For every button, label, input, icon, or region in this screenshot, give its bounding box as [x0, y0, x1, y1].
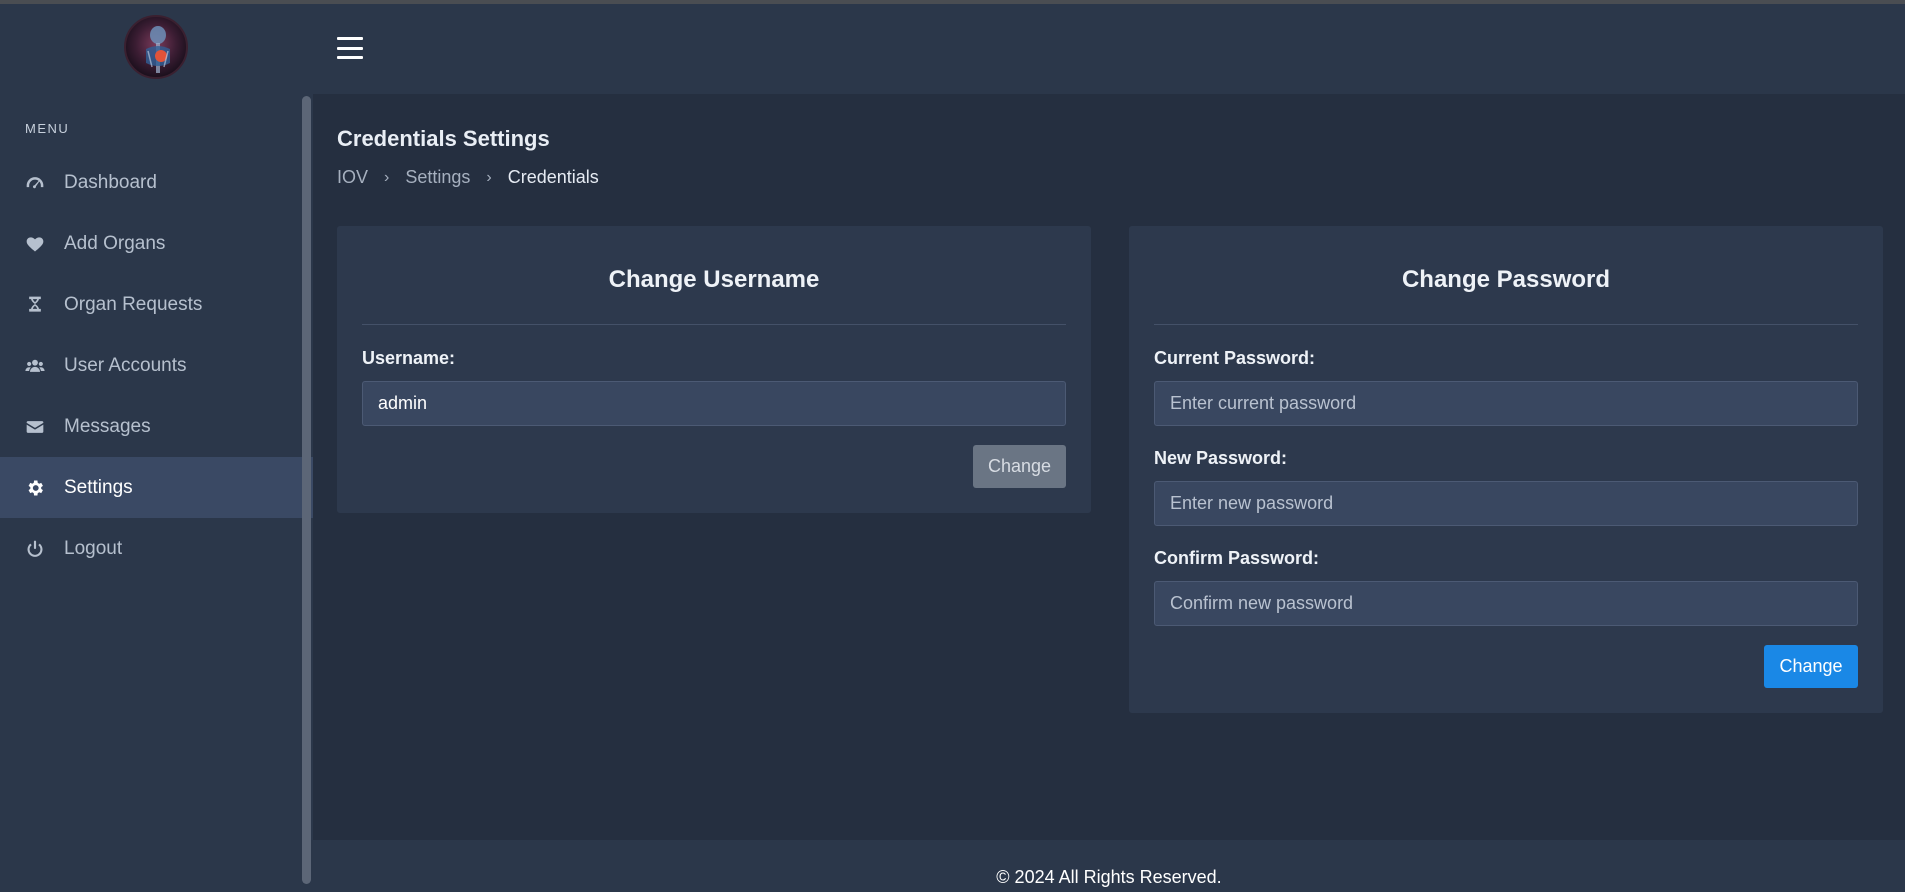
- chevron-right-icon: ›: [486, 168, 492, 186]
- page-title: Credentials Settings: [337, 126, 550, 151]
- breadcrumb-item-iov[interactable]: IOV: [337, 167, 368, 188]
- menu-section-label: MENU: [25, 121, 70, 136]
- change-password-card: Change Password Current Password: New Pa…: [1129, 226, 1883, 713]
- sidebar-nav: Dashboard Add Organs Organ Requests User…: [0, 152, 313, 579]
- divider: [1154, 324, 1858, 325]
- new-password-label: New Password:: [1154, 448, 1288, 468]
- sidebar-item-organ-requests[interactable]: Organ Requests: [0, 274, 313, 335]
- sidebar-item-label: Organ Requests: [64, 293, 203, 315]
- sidebar-item-settings[interactable]: Settings: [0, 457, 313, 518]
- sidebar-item-label: Logout: [64, 537, 123, 559]
- sidebar-item-label: Dashboard: [64, 171, 157, 193]
- change-username-button[interactable]: Change: [973, 445, 1066, 488]
- sidebar-item-label: Messages: [64, 415, 151, 437]
- username-label: Username:: [362, 348, 456, 368]
- breadcrumb: IOV › Settings › Credentials: [337, 167, 599, 188]
- sidebar-item-logout[interactable]: Logout: [0, 518, 313, 579]
- dna-icon: [24, 294, 46, 316]
- sidebar-item-label: Settings: [64, 476, 133, 498]
- users-icon: [24, 355, 46, 377]
- sidebar-item-user-accounts[interactable]: User Accounts: [0, 335, 313, 396]
- change-password-button[interactable]: Change: [1764, 645, 1858, 688]
- chevron-right-icon: ›: [384, 168, 390, 186]
- copyright-text: © 2024 All Rights Reserved.: [996, 867, 1222, 887]
- hamburger-icon[interactable]: [337, 37, 363, 59]
- top-header: [313, 4, 1905, 94]
- current-password-label: Current Password:: [1154, 348, 1316, 368]
- breadcrumb-item-credentials: Credentials: [507, 167, 599, 187]
- divider: [362, 324, 1066, 325]
- sidebar: MENU Dashboard Add Organs Organ Requests…: [0, 4, 313, 892]
- heart-icon: [24, 233, 46, 255]
- current-password-input[interactable]: [1154, 381, 1858, 426]
- envelope-icon: [24, 416, 46, 438]
- breadcrumb-item-settings[interactable]: Settings: [405, 167, 470, 188]
- card-title: Change Password: [1401, 266, 1611, 293]
- sidebar-item-add-organs[interactable]: Add Organs: [0, 213, 313, 274]
- change-username-card: Change Username Username: Change: [337, 226, 1091, 513]
- sidebar-item-label: User Accounts: [64, 354, 187, 376]
- sidebar-scrollbar[interactable]: [302, 96, 311, 884]
- gear-icon: [24, 477, 46, 499]
- footer: © 2024 All Rights Reserved.: [313, 840, 1905, 892]
- confirm-password-input[interactable]: [1154, 581, 1858, 626]
- sidebar-item-label: Add Organs: [64, 232, 166, 254]
- confirm-password-label: Confirm Password:: [1154, 548, 1320, 568]
- power-icon: [24, 538, 46, 560]
- new-password-input[interactable]: [1154, 481, 1858, 526]
- gauge-icon: [24, 172, 46, 194]
- sidebar-item-messages[interactable]: Messages: [0, 396, 313, 457]
- app-logo[interactable]: [124, 15, 188, 79]
- sidebar-item-dashboard[interactable]: Dashboard: [0, 152, 313, 213]
- username-input[interactable]: [362, 381, 1066, 426]
- card-title: Change Username: [608, 266, 820, 293]
